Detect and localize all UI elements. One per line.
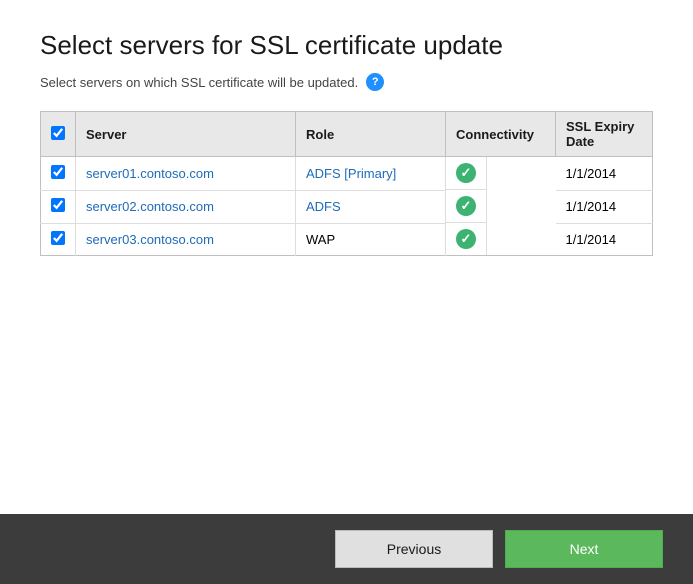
row-0-connectivity-icon: ✓ [456,163,476,183]
subtitle-row: Select servers on which SSL certificate … [40,73,653,91]
row-2-expiry: 1/1/2014 [556,223,653,256]
help-icon[interactable]: ? [366,73,384,91]
header-connectivity: Connectivity [446,112,556,157]
row-2-server-link[interactable]: server03.contoso.com [86,232,214,247]
row-2-checkbox[interactable] [51,231,65,245]
table-row: server01.contoso.com ADFS [Primary] ✓ 1/1/2… [41,157,653,191]
select-all-checkbox[interactable] [51,126,65,140]
row-0-server: server01.contoso.com [76,157,296,191]
header-checkbox-cell [41,112,76,157]
row-1-checkbox[interactable] [51,198,65,212]
footer: Previous Next [0,514,693,584]
header-server: Server [76,112,296,157]
row-0-expiry: 1/1/2014 [556,157,653,191]
row-0-server-link[interactable]: server01.contoso.com [86,166,214,181]
subtitle-text: Select servers on which SSL certificate … [40,75,358,90]
row-2-connectivity: ✓ [446,223,487,255]
row-2-server: server03.contoso.com [76,223,296,256]
row-0-role: ADFS [Primary] [296,157,446,191]
row-1-server-link[interactable]: server02.contoso.com [86,199,214,214]
row-1-connectivity: ✓ [446,190,487,223]
table-row: server03.contoso.com WAP ✓ 1/1/2014 [41,223,653,256]
next-button[interactable]: Next [505,530,663,568]
row-1-checkbox-cell [41,190,76,223]
main-content: Select servers for SSL certificate updat… [0,0,693,514]
row-1-expiry: 1/1/2014 [556,190,653,223]
previous-button[interactable]: Previous [335,530,493,568]
header-expiry: SSL Expiry Date [556,112,653,157]
row-0-checkbox-cell [41,157,76,191]
row-1-role: ADFS [296,190,446,223]
row-0-connectivity: ✓ [446,157,487,190]
page-title: Select servers for SSL certificate updat… [40,30,653,61]
row-2-role: WAP [296,223,446,256]
table-row: server02.contoso.com ADFS ✓ 1/1/2014 [41,190,653,223]
row-2-checkbox-cell [41,223,76,256]
header-role: Role [296,112,446,157]
row-2-connectivity-icon: ✓ [456,229,476,249]
server-table: Server Role Connectivity SSL Expiry Date… [40,111,653,256]
row-1-connectivity-icon: ✓ [456,196,476,216]
table-header-row: Server Role Connectivity SSL Expiry Date [41,112,653,157]
row-1-server: server02.contoso.com [76,190,296,223]
row-0-checkbox[interactable] [51,165,65,179]
